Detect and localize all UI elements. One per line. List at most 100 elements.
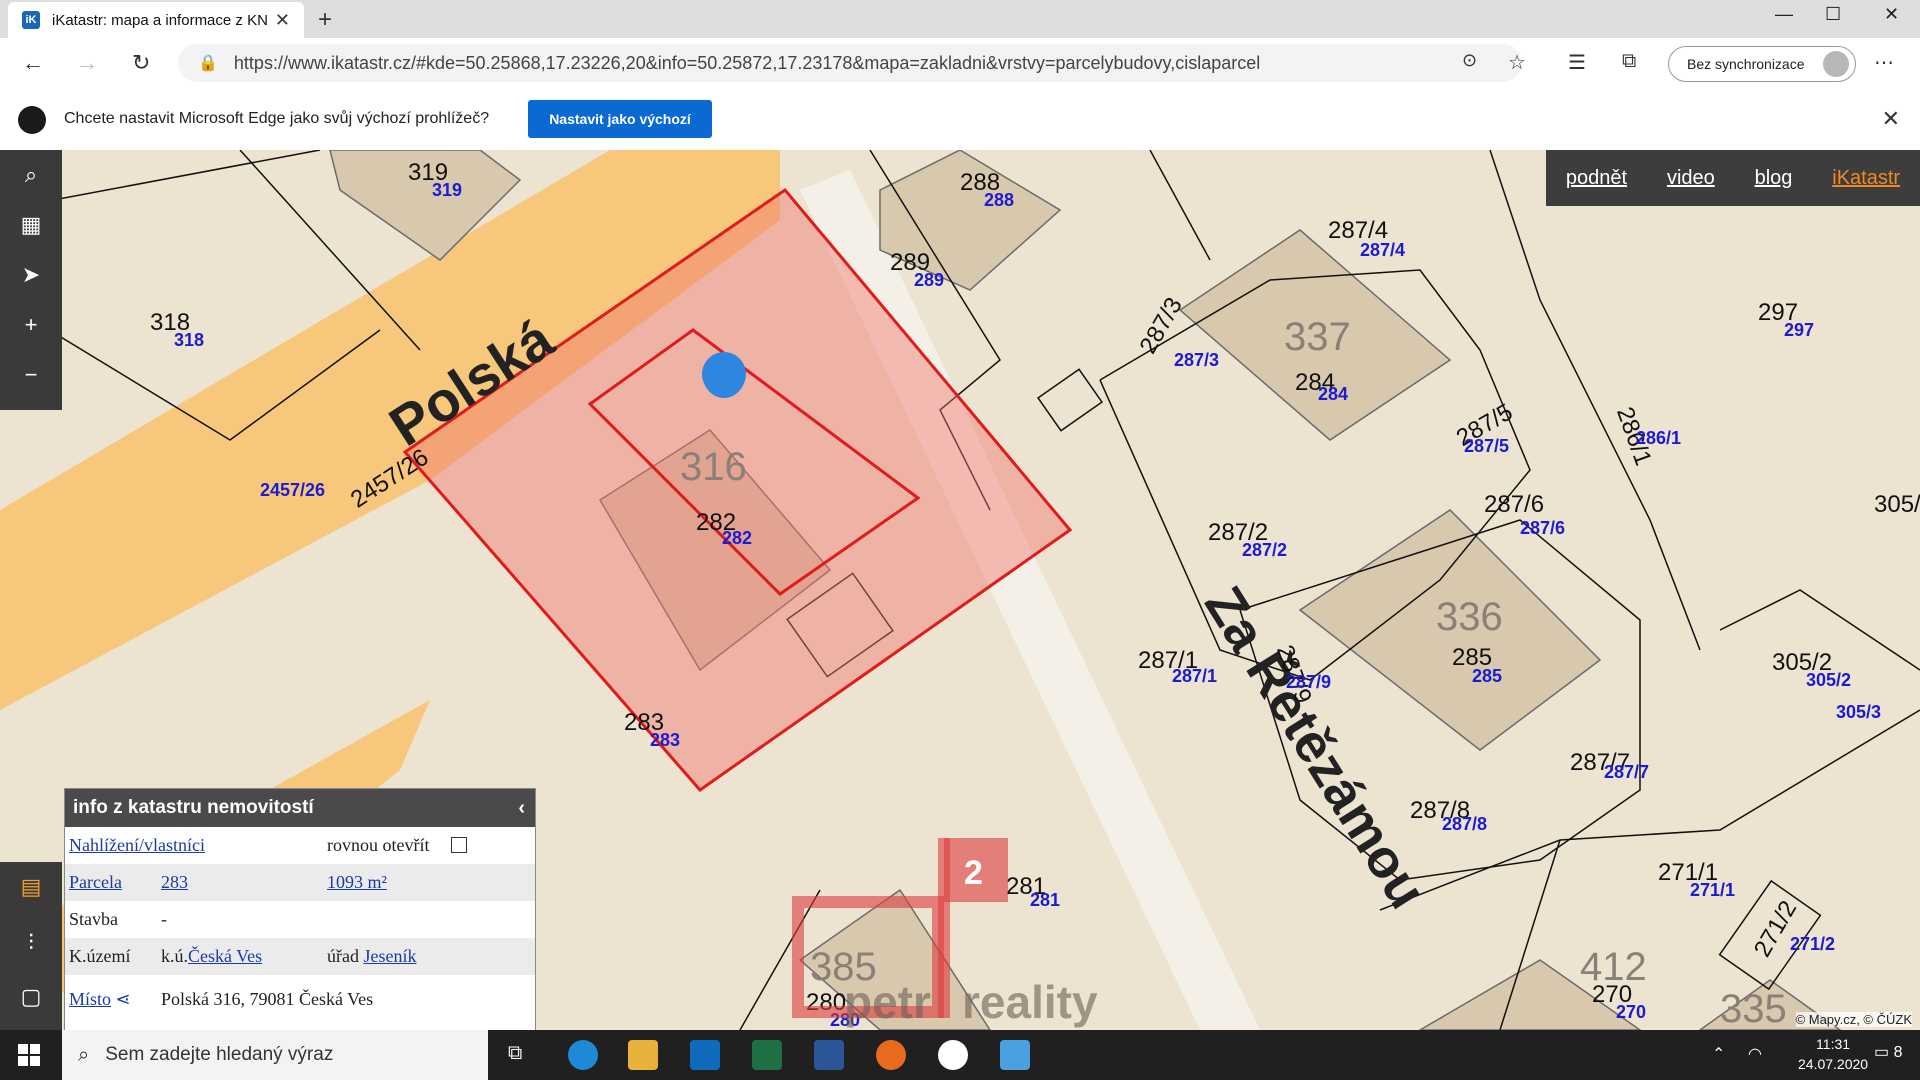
parcel-number-label: 281 (1030, 890, 1060, 910)
parcela-number-link[interactable]: 283 (161, 872, 188, 892)
file-explorer-icon[interactable] (628, 1040, 658, 1070)
zoom-out-icon[interactable]: − (0, 350, 62, 400)
notifications-icon[interactable]: ▭ 8 (1874, 1042, 1902, 1062)
open-directly-label: rovnou otevřít (327, 835, 430, 855)
navigation-bar: ← → ↻ 🔒 https://www.ikatastr.cz/#kde=50.… (0, 38, 1920, 91)
comment-icon[interactable]: ▤ (0, 862, 62, 912)
building-number: 337 (1284, 315, 1351, 359)
open-directly-checkbox[interactable] (451, 837, 467, 853)
parcela-link[interactable]: Parcela (69, 872, 122, 892)
minimize-icon[interactable]: — (1775, 4, 1793, 25)
clock-date: 24.07.2020 (1798, 1056, 1869, 1072)
parcel-number-label: 271/2 (1790, 934, 1835, 954)
parcel-number-label: 285 (1472, 666, 1502, 686)
cadastre-info-panel: info z katastru nemovitostí ‹ Nahlížení/… (64, 788, 536, 1032)
building-number: 412 (1580, 945, 1647, 989)
default-browser-infobar: Chcete nastavit Microsoft Edge jako svůj… (0, 90, 1920, 151)
urad-link[interactable]: Jeseník (363, 946, 416, 966)
collections-icon[interactable]: ⧉ (1622, 50, 1636, 73)
outlook-icon[interactable] (690, 1040, 720, 1070)
sync-label: Bez synchronizace (1687, 56, 1805, 72)
refresh-icon[interactable]: ↻ (132, 50, 150, 76)
parcel-number-label: 305/2 (1806, 670, 1851, 690)
new-tab-icon[interactable]: + (318, 6, 332, 34)
tray-chevron-icon[interactable]: ⌃ (1712, 1044, 1725, 1064)
link-video[interactable]: video (1667, 167, 1715, 190)
task-view-icon[interactable]: ⧉ (508, 1042, 522, 1065)
parcel-number-label: 287/4 (1360, 240, 1405, 260)
link-blog[interactable]: blog (1755, 167, 1793, 190)
area-icon[interactable]: ▢ (0, 972, 62, 1022)
word-icon[interactable] (814, 1040, 844, 1070)
favorites-list-icon[interactable]: ☰ (1568, 50, 1586, 75)
collapse-chevron-icon[interactable]: ‹ (518, 789, 525, 827)
taskbar-clock[interactable]: 11:31 24.07.2020 (1798, 1034, 1868, 1074)
building-number: 316 (680, 445, 747, 489)
profile-avatar (1823, 51, 1849, 77)
locate-icon[interactable]: ➤ (0, 250, 62, 300)
taskbar-search[interactable]: ⌕ Sem zadejte hledaný výraz (62, 1030, 488, 1080)
infobar-close-icon[interactable]: ✕ (1882, 106, 1900, 132)
window-close-icon[interactable]: ✕ (1884, 4, 1899, 25)
photos-icon[interactable] (1000, 1040, 1030, 1070)
parcel-number-label: 305/3 (1836, 702, 1881, 722)
panel-row-misto: Místo ⋖ Polská 316, 79081 Česká Ves (65, 975, 535, 1025)
close-tab-icon[interactable]: ✕ (275, 10, 290, 31)
infobar-message: Chcete nastavit Microsoft Edge jako svůj… (64, 110, 490, 127)
panel-row-kuzemi: K.území k.ú.Česká Ves úřad Jeseník (65, 938, 535, 975)
sync-button[interactable]: Bez synchronizace (1668, 46, 1856, 82)
kuzemi-link[interactable]: Česká Ves (188, 946, 262, 966)
parcel-label: 287/6 (1484, 491, 1544, 518)
zoom-in-icon[interactable]: + (0, 300, 62, 350)
set-default-button[interactable]: Nastavit jako výchozí (528, 100, 712, 138)
firefox-icon[interactable] (876, 1040, 906, 1070)
watermark-digit: 2 (964, 854, 983, 892)
misto-link[interactable]: Místo (69, 989, 111, 1009)
favorite-star-icon[interactable]: ☆ (1508, 50, 1526, 75)
parcela-area-link[interactable]: 1093 m² (327, 872, 387, 892)
watermark-text-1: petr (844, 976, 931, 1028)
address-bar[interactable]: 🔒 https://www.ikatastr.cz/#kde=50.25868,… (178, 44, 1522, 82)
search-icon[interactable]: ⌕ (0, 150, 62, 200)
share-icon[interactable]: ⋖ (116, 989, 131, 1009)
excel-icon[interactable] (752, 1040, 782, 1070)
back-icon[interactable]: ← (22, 50, 44, 76)
measure-icon[interactable]: ⫶ (0, 918, 62, 968)
parcel-number-label: 287/2 (1242, 540, 1287, 560)
parcel-number-label: 282 (722, 528, 752, 548)
top-links: podnět video blog iKatastr (1546, 150, 1920, 206)
kuzemi-prefix: k.ú. (161, 946, 188, 966)
parcel-number-label: 287/5 (1464, 436, 1509, 456)
more-menu-icon[interactable]: ⋯ (1874, 50, 1894, 75)
parcel-number-label: 283 (650, 730, 680, 750)
link-ikatastr[interactable]: iKatastr (1832, 167, 1900, 190)
parcel-number-label: 270 (1616, 1002, 1646, 1022)
nahlizeni-link[interactable]: Nahlížení/vlastníci (69, 835, 205, 855)
edge-taskbar-icon[interactable] (568, 1040, 598, 1070)
parcel-number-label: 286/1 (1636, 428, 1681, 448)
parcel-line (1489, 150, 1701, 651)
clock-time: 11:31 (1816, 1036, 1851, 1052)
map-attribution: © Mapy.cz, © ČÚZK (1795, 1012, 1912, 1027)
parcel-label: 287/3 (1134, 293, 1187, 359)
tab-bar: iK iKatastr: mapa a informace z KN ✕ + —… (0, 0, 1920, 38)
map-layers-icon[interactable]: ▦ (0, 200, 62, 250)
parcel-number-label: 318 (174, 330, 204, 350)
stavba-label: Stavba (69, 909, 118, 929)
location-icon[interactable]: ⊙ (1462, 50, 1477, 71)
link-podnet[interactable]: podnět (1566, 167, 1627, 190)
url-text: https://www.ikatastr.cz/#kde=50.25868,17… (233, 52, 1261, 73)
forward-icon[interactable]: → (76, 50, 98, 76)
building-number: 335 (1720, 987, 1787, 1030)
building-number: 336 (1436, 595, 1503, 639)
maximize-icon[interactable]: ☐ (1825, 4, 1841, 25)
parcel-number-label: 287/1 (1172, 666, 1217, 686)
lock-icon: 🔒 (198, 55, 218, 72)
stavba-value: - (161, 909, 167, 929)
windows-start-icon[interactable] (18, 1044, 40, 1066)
browser-tab[interactable]: iK iKatastr: mapa a informace z KN ✕ (8, 2, 304, 38)
app-s-icon[interactable] (938, 1040, 968, 1070)
misto-address: Polská 316, 79081 Česká Ves (161, 989, 374, 1009)
map-tools: ⌕ ▦ ➤ + − (0, 150, 62, 410)
wifi-icon[interactable]: ◠ (1748, 1044, 1762, 1064)
